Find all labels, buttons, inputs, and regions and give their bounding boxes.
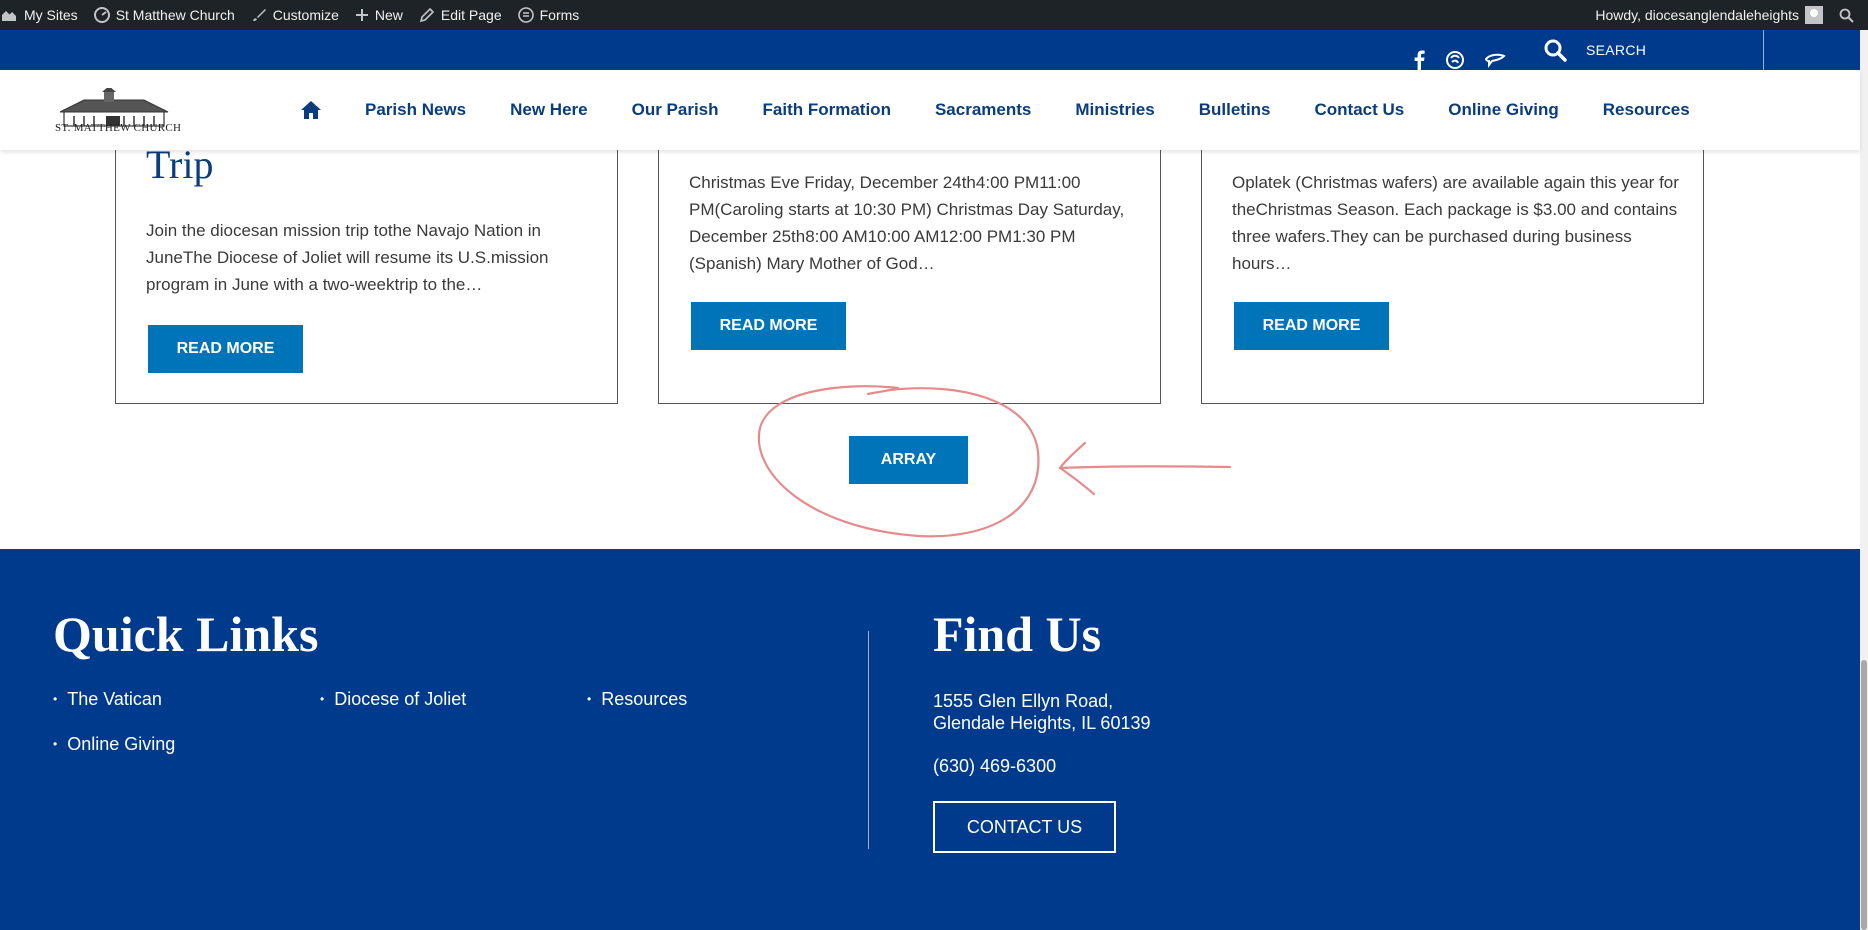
address-line-2: Glendale Heights, IL 60139 — [933, 713, 1151, 733]
card-excerpt: Join the diocesan mission trip tothe Nav… — [146, 221, 549, 294]
my-sites-menu[interactable]: My Sites — [0, 0, 86, 30]
quick-links-heading: Quick Links — [53, 606, 319, 662]
array-button[interactable]: ARRAY — [849, 436, 968, 484]
forms-label: Forms — [539, 7, 580, 23]
footer: Quick Links The Vatican Diocese of Jolie… — [0, 549, 1860, 930]
logo-text[interactable]: ST. MATTHEW CHURCH — [55, 122, 181, 134]
main-nav: ST. MATTHEW CHURCH Parish News New Here … — [0, 70, 1860, 150]
nav-parish-news[interactable]: Parish News — [365, 100, 466, 120]
footer-divider — [868, 631, 869, 849]
forms-menu[interactable]: Forms — [510, 0, 588, 30]
my-sites-icon — [2, 11, 16, 21]
read-more-button-3[interactable]: READ MORE — [1234, 302, 1389, 350]
search-label[interactable]: SEARCH — [1586, 42, 1646, 58]
nav-links: Parish News New Here Our Parish Faith Fo… — [365, 100, 1690, 120]
avatar[interactable] — [1805, 6, 1823, 24]
customize-label: Customize — [272, 7, 339, 23]
address-line-1: 1555 Glen Ellyn Road, — [933, 691, 1114, 711]
pencil-icon — [419, 7, 435, 23]
nav-sacraments[interactable]: Sacraments — [935, 100, 1031, 120]
nav-faith-formation[interactable]: Faith Formation — [763, 100, 891, 120]
plus-icon — [355, 9, 368, 21]
card-excerpt: Christmas Eve Friday, December 24th4:00 … — [689, 173, 1125, 273]
home-icon[interactable] — [300, 100, 322, 120]
admin-search-icon[interactable] — [1839, 8, 1854, 23]
forms-icon — [517, 7, 534, 23]
edit-page-label: Edit Page — [440, 7, 502, 23]
nav-ministries[interactable]: Ministries — [1075, 100, 1154, 120]
phone-number[interactable]: (630) 469-6300 — [933, 755, 1056, 777]
howdy-user[interactable]: Howdy, diocesanglendaleheights — [1595, 7, 1799, 23]
brush-icon — [252, 9, 266, 21]
nav-resources[interactable]: Resources — [1603, 100, 1690, 120]
edit-page-link[interactable]: Edit Page — [411, 0, 510, 30]
nav-new-here[interactable]: New Here — [510, 100, 587, 120]
new-label: New — [374, 7, 403, 23]
quick-link-diocese[interactable]: Diocese of Joliet — [320, 689, 466, 710]
find-us-heading: Find Us — [933, 606, 1102, 662]
new-menu[interactable]: New — [347, 0, 411, 30]
contact-us-button[interactable]: CONTACT US — [933, 801, 1116, 853]
quick-link-vatican[interactable]: The Vatican — [53, 689, 162, 710]
page: { "admin_bar": { "my_sites": "My Sites",… — [0, 0, 1868, 930]
admin-bar: My Sites St Matthew Church Customize New… — [0, 0, 1868, 30]
top-utility-bar: SEARCH — [0, 30, 1860, 70]
site-name-label: St Matthew Church — [115, 7, 235, 23]
dashboard-icon — [93, 7, 110, 23]
read-more-button-2[interactable]: READ MORE — [691, 302, 846, 350]
my-sites-label: My Sites — [24, 7, 78, 23]
annotation-circle-arrow — [757, 385, 1232, 538]
nav-online-giving[interactable]: Online Giving — [1448, 100, 1559, 120]
quick-link-online-giving[interactable]: Online Giving — [53, 734, 175, 755]
scrollbar-thumb[interactable] — [1861, 660, 1867, 930]
quick-link-resources[interactable]: Resources — [587, 689, 687, 710]
nav-our-parish[interactable]: Our Parish — [632, 100, 719, 120]
site-name-menu[interactable]: St Matthew Church — [86, 0, 243, 30]
nav-contact-us[interactable]: Contact Us — [1315, 100, 1405, 120]
card-excerpt: Oplatek (Christmas wafers) are available… — [1232, 173, 1679, 273]
search-icon[interactable] — [1543, 38, 1567, 62]
topbar-divider — [1763, 30, 1764, 70]
customize-link[interactable]: Customize — [243, 0, 347, 30]
nav-bulletins[interactable]: Bulletins — [1199, 100, 1271, 120]
read-more-button-1[interactable]: READ MORE — [148, 325, 303, 373]
